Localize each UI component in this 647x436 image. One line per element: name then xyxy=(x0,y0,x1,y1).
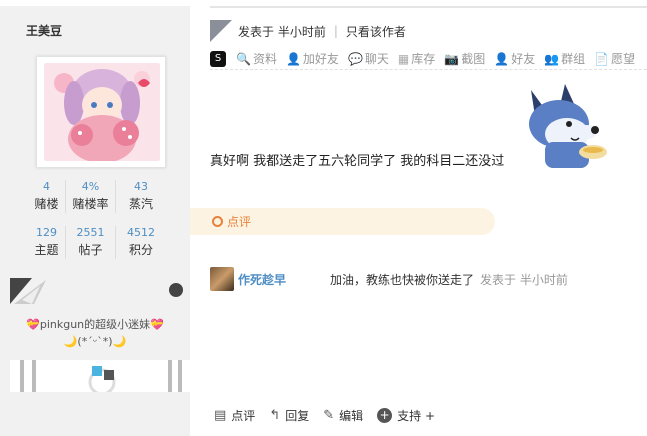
steam-icon[interactable]: S xyxy=(210,50,226,67)
meta-separator: | xyxy=(333,24,338,38)
rate-section-header: 点评 xyxy=(190,208,495,235)
user-sidebar: 王美豆 4 赌楼 4% 赌楼率 43 蒸汽 129 主题 2551 帖子 451… xyxy=(0,0,190,436)
add-user-icon: 👤 xyxy=(285,51,301,66)
username-link[interactable]: 王美豆 xyxy=(26,22,62,39)
stat-label: 帖子 xyxy=(78,243,103,257)
stat-value: 4512 xyxy=(127,226,155,239)
stat-label: 积分 xyxy=(128,243,153,257)
user-signature: 💝pinkgun的超级小迷妹💝 🌙(*ˊᵕˋ*)🌙 xyxy=(0,316,190,350)
stat-label: 赌楼 xyxy=(34,197,59,211)
tool-label: 愿望 xyxy=(611,52,636,66)
tool-screenshots[interactable]: 📷 截图 xyxy=(444,50,485,67)
stat-value: 129 xyxy=(36,226,57,239)
stat-value: 4% xyxy=(81,180,100,193)
stat-label: 赌楼率 xyxy=(72,197,109,211)
sidebar-divider xyxy=(0,0,190,6)
stat-bet-floors[interactable]: 4 赌楼 xyxy=(28,180,66,213)
comment-icon: ▤ xyxy=(214,407,227,423)
tool-inventory[interactable]: ▦ 库存 xyxy=(398,50,435,67)
comment-item: 作死趁早 加油，教练也快被你送走了 发表于 半小时前 xyxy=(210,266,640,292)
stat-value: 4 xyxy=(43,180,50,193)
stat-value: 43 xyxy=(134,180,148,193)
tool-label: 好友 xyxy=(511,52,536,66)
tool-chat[interactable]: 💬 聊天 xyxy=(348,50,389,67)
inventory-icon: ▦ xyxy=(397,51,410,66)
post-main: 发表于 半小时前 | 只看该作者 S 🔍 资料 👤 加好友 💬 聊天 ▦ 库存 📷 截图 … xyxy=(190,0,647,436)
group-icon: 👥 xyxy=(544,51,560,66)
medal-area xyxy=(10,274,186,314)
action-label: 支持 + xyxy=(397,408,436,423)
post-divider xyxy=(210,6,647,8)
sticker-image xyxy=(525,82,613,170)
avatar-image xyxy=(44,63,160,161)
rate-circle-icon xyxy=(212,216,223,227)
post-time: 发表于 半小时前 xyxy=(238,24,326,39)
post-content: 真好啊 我都送走了五六轮同学了 我的科目二还没过 xyxy=(210,154,505,169)
user-stats-row-1: 4 赌楼 4% 赌楼率 43 蒸汽 xyxy=(28,180,168,213)
stat-points[interactable]: 4512 积分 xyxy=(116,226,166,259)
stat-threads[interactable]: 129 主题 xyxy=(28,226,66,259)
dot-icon xyxy=(169,283,183,297)
action-label: 点评 xyxy=(231,408,256,423)
corner-fold-icon xyxy=(210,20,232,42)
tool-label: 群组 xyxy=(561,52,586,66)
reply-arrow-icon: ↰ xyxy=(269,407,281,423)
comment-text: 加油，教练也快被你送走了 xyxy=(330,272,475,287)
commenter-avatar[interactable] xyxy=(210,267,234,291)
support-button[interactable]: + 支持 + xyxy=(377,407,435,424)
post-actions: ▤ 点评 ↰ 回复 ✎ 编辑 + 支持 + xyxy=(214,404,449,426)
avatar[interactable] xyxy=(36,56,166,168)
stat-bet-rate[interactable]: 4% 赌楼率 xyxy=(66,180,116,213)
stat-label: 蒸汽 xyxy=(128,197,153,211)
tool-groups[interactable]: 👥 群组 xyxy=(544,50,585,67)
edit-button[interactable]: ✎ 编辑 xyxy=(323,407,363,424)
stat-steam[interactable]: 43 蒸汽 xyxy=(116,180,166,213)
rate-button[interactable]: ▤ 点评 xyxy=(214,407,255,424)
commenter-name[interactable]: 作死趁早 xyxy=(238,271,330,288)
medal-icon[interactable] xyxy=(10,278,46,304)
user-icon: 👤 xyxy=(494,51,510,66)
signature-line: 💝pinkgun的超级小迷妹💝 xyxy=(26,318,164,331)
reply-button[interactable]: ↰ 回复 xyxy=(269,407,309,424)
only-author-link[interactable]: 只看该作者 xyxy=(346,23,406,40)
rate-label: 点评 xyxy=(227,215,252,229)
tool-wishlist[interactable]: 📄 愿望 xyxy=(594,50,635,67)
user-stats-row-2: 129 主题 2551 帖子 4512 积分 xyxy=(28,226,168,259)
signature-banner[interactable] xyxy=(10,360,190,392)
stat-value: 2551 xyxy=(76,226,105,239)
stat-posts[interactable]: 2551 帖子 xyxy=(66,226,116,259)
post-meta: 发表于 半小时前 | 只看该作者 xyxy=(210,20,406,42)
tool-label: 加好友 xyxy=(302,52,339,66)
pencil-icon: ✎ xyxy=(323,407,335,423)
wishlist-icon: 📄 xyxy=(594,51,610,66)
tool-friends[interactable]: 👤 好友 xyxy=(494,50,535,67)
camera-icon: 📷 xyxy=(444,51,460,66)
chat-icon: 💬 xyxy=(347,51,363,66)
tool-profile[interactable]: 🔍 资料 xyxy=(236,50,277,67)
tool-label: 库存 xyxy=(411,52,436,66)
stat-label: 主题 xyxy=(34,243,59,257)
plus-icon: + xyxy=(377,407,393,423)
action-label: 回复 xyxy=(285,408,310,423)
tool-label: 截图 xyxy=(461,52,486,66)
signature-line: 🌙(*ˊᵕˋ*)🌙 xyxy=(63,335,127,348)
comment-time: 发表于 半小时前 xyxy=(480,272,568,287)
action-label: 编辑 xyxy=(339,408,364,423)
tool-add-friend[interactable]: 👤 加好友 xyxy=(286,50,339,67)
tool-label: 资料 xyxy=(252,52,277,66)
search-icon: 🔍 xyxy=(236,51,251,66)
user-tools-bar: S 🔍 资料 👤 加好友 💬 聊天 ▦ 库存 📷 截图 👤 好友 👥 群组 📄 愿望 xyxy=(210,48,647,70)
tool-label: 聊天 xyxy=(364,52,389,66)
